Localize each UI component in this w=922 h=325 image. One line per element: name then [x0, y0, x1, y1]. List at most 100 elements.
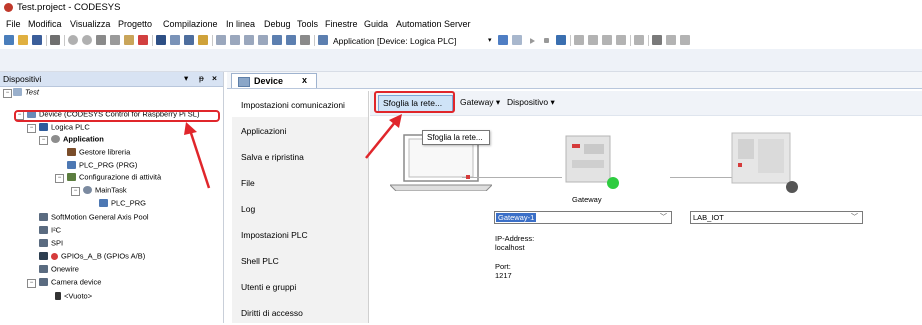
expand-toggle-icon[interactable]: − — [39, 136, 48, 145]
empty-slot-icon — [55, 292, 61, 301]
redo-icon[interactable] — [82, 35, 92, 45]
tree-item-plc-prg[interactable]: PLC_PRG (PRG) — [67, 160, 137, 172]
menu-visualizza[interactable]: Visualizza — [70, 19, 110, 29]
menu-automation-server[interactable]: Automation Server — [396, 19, 471, 29]
panel-close-icon[interactable]: × — [212, 73, 217, 83]
logout-icon[interactable] — [512, 35, 522, 45]
nav-shell-plc[interactable]: Shell PLC — [232, 247, 368, 273]
expand-toggle-icon[interactable]: − — [3, 89, 12, 98]
tree-item-spi[interactable]: SPI — [39, 238, 63, 250]
replace-icon[interactable] — [170, 35, 180, 45]
tree-item-plc-prg-call[interactable]: PLC_PRG — [99, 198, 146, 210]
new-project-icon[interactable] — [4, 35, 14, 45]
compile-icon[interactable] — [272, 35, 282, 45]
tree-item-logica-plc[interactable]: Logica PLC — [39, 122, 90, 134]
document-icon[interactable] — [300, 35, 310, 45]
nav-file[interactable]: File — [232, 169, 368, 195]
menu-in-linea[interactable]: In linea — [226, 19, 255, 29]
tree-item-application[interactable]: Application — [51, 134, 104, 146]
application-dropdown-icon[interactable]: ▾ — [488, 36, 492, 44]
step-over-icon[interactable] — [574, 35, 584, 45]
expand-toggle-icon[interactable]: − — [71, 187, 80, 196]
menu-progetto[interactable]: Progetto — [118, 19, 152, 29]
start-icon[interactable] — [530, 38, 535, 44]
gateway-menu[interactable]: Gateway ▾ — [460, 97, 500, 108]
device-select[interactable]: LAB_IOT ﹀ — [690, 211, 863, 224]
gateway-illustration — [565, 135, 619, 189]
tree-item-softmotion[interactable]: SoftMotion General Axis Pool — [39, 212, 149, 224]
nav-impostazioni-plc[interactable]: Impostazioni PLC — [232, 221, 368, 247]
nav-applicazioni[interactable]: Applicazioni — [232, 117, 368, 143]
tree-item-gestore-libreria[interactable]: Gestore libreria — [67, 147, 130, 159]
tree-item-task-config[interactable]: Configurazione di attività — [67, 172, 161, 184]
find-icon[interactable] — [156, 35, 166, 45]
ip-address-value: localhost — [495, 243, 525, 252]
nav-utenti-gruppi[interactable]: Utenti e gruppi — [232, 273, 368, 299]
toolbar-separator — [314, 35, 315, 46]
monitor-icon[interactable] — [652, 35, 662, 45]
device-highlight-box — [14, 110, 220, 122]
panel-dropdown-icon[interactable]: ▾ — [184, 73, 188, 84]
layout-icon[interactable] — [216, 35, 226, 45]
gateway-select[interactable]: Gateway-1 ﹀ — [494, 211, 672, 224]
bookmark-icon[interactable] — [184, 35, 194, 45]
tree-item-gpios[interactable]: GPIOs_A_B (GPIOs A/B) — [39, 251, 145, 263]
login-icon[interactable] — [498, 35, 508, 45]
library-icon — [67, 148, 76, 157]
active-application-label[interactable]: Application [Device: Logica PLC] — [333, 36, 456, 46]
bookmark-prev-icon[interactable] — [244, 35, 254, 45]
copy-icon[interactable] — [110, 35, 120, 45]
tree-item-empty-slot[interactable]: <Vuoto> — [55, 291, 92, 303]
nav-salva-ripristina[interactable]: Salva e ripristina — [232, 143, 368, 169]
nav-diritti-accesso[interactable]: Diritti di accesso — [232, 299, 368, 325]
expand-toggle-icon[interactable]: − — [55, 174, 64, 183]
nav-impostazioni-comunicazioni[interactable]: Impostazioni comunicazioni — [232, 91, 368, 117]
menu-finestre[interactable]: Finestre — [325, 19, 358, 29]
build-icon[interactable] — [286, 35, 296, 45]
title-bar: Test.project - CODESYS — [0, 0, 922, 16]
bookmark-toggle-icon[interactable] — [230, 35, 240, 45]
tab-close-icon[interactable]: x — [302, 75, 307, 85]
force-values-icon[interactable] — [680, 35, 690, 45]
print-icon[interactable] — [50, 35, 60, 45]
paste-icon[interactable] — [124, 35, 134, 45]
chevron-down-icon: ﹀ — [851, 214, 858, 221]
editor-tab-strip: Device x — [227, 72, 922, 89]
tree-item-i2c[interactable]: I²C — [39, 225, 61, 237]
gateway-caption: Gateway — [572, 195, 602, 204]
delete-icon[interactable] — [138, 35, 148, 45]
menu-file[interactable]: File — [6, 19, 21, 29]
reset-icon[interactable] — [556, 35, 566, 45]
save-icon[interactable] — [32, 35, 42, 45]
expand-toggle-icon[interactable]: − — [27, 124, 36, 133]
step-out-icon[interactable] — [602, 35, 612, 45]
breakpoint-icon[interactable] — [634, 35, 644, 45]
open-folder-icon[interactable] — [18, 35, 28, 45]
nav-log[interactable]: Log — [232, 195, 368, 221]
tree-item-project[interactable]: Test — [13, 87, 39, 99]
bookmark-next-icon[interactable] — [198, 35, 208, 45]
ip-address-label: IP-Address: — [495, 234, 535, 243]
run-to-cursor-icon[interactable] — [616, 35, 626, 45]
device-menu[interactable]: Dispositivo ▾ — [507, 97, 555, 108]
panel-pin-icon[interactable]: ᵽ — [199, 73, 204, 83]
tab-device[interactable]: Device x — [231, 73, 317, 88]
step-into-icon[interactable] — [588, 35, 598, 45]
stop-icon[interactable] — [544, 38, 549, 43]
tree-item-onewire[interactable]: Onewire — [39, 264, 79, 276]
menu-debug[interactable]: Debug — [264, 19, 291, 29]
write-values-icon[interactable] — [666, 35, 676, 45]
expand-toggle-icon[interactable]: − — [27, 279, 36, 288]
menu-compilazione[interactable]: Compilazione — [163, 19, 218, 29]
menu-tools[interactable]: Tools — [297, 19, 318, 29]
scan-highlight-box — [374, 91, 455, 113]
undo-icon[interactable] — [68, 35, 78, 45]
tree-item-maintask[interactable]: MainTask — [83, 185, 127, 197]
menu-modifica[interactable]: Modifica — [28, 19, 62, 29]
toolbar-separator — [64, 35, 65, 46]
menu-guida[interactable]: Guida — [364, 19, 388, 29]
cut-icon[interactable] — [96, 35, 106, 45]
bookmark-clear-icon[interactable] — [258, 35, 268, 45]
active-application-icon[interactable] — [318, 35, 328, 45]
tree-item-camera[interactable]: Camera device — [39, 277, 101, 289]
